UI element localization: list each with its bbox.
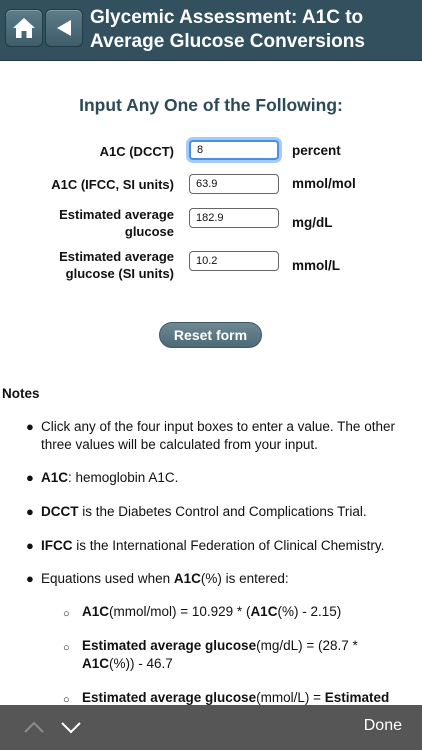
notes-heading: Notes [2,386,40,401]
home-button[interactable] [5,9,43,47]
note-ifcc: IFCC is the International Federation of … [41,538,385,553]
bullet-icon: ● [26,419,34,434]
bullet-icon: ● [26,571,34,586]
sub-bullet-icon: ○ [63,608,70,620]
a1c-dcct-unit: percent [292,143,341,158]
equation-a1c-ifcc: A1C(mmol/mol) = 10.929 * (A1C(%) - 2.15) [82,604,342,619]
eag-unit: mg/dL [292,215,333,230]
bullet-icon: ● [26,504,34,519]
eag-label: Estimated average glucose [59,207,174,239]
header-bar: Glycemic Assessment: A1C to Average Gluc… [0,0,422,61]
chevron-down-icon[interactable] [59,717,83,737]
note-instructions: Click any of the four input boxes to ent… [41,419,395,452]
form-heading: Input Any One of the Following: [79,95,343,115]
chevron-up-icon[interactable] [22,717,46,737]
a1c-dcct-input[interactable] [189,140,279,160]
note-dcct: DCCT is the Diabetes Control and Complic… [41,504,367,519]
equation-eag-mgdl: Estimated average glucose(mg/dL) = (28.7… [82,638,358,671]
bullet-icon: ● [26,538,34,553]
note-equations: Equations used when A1C(%) is entered: [41,571,289,586]
reset-form-button[interactable]: Reset form [159,322,262,348]
home-icon [13,18,35,38]
a1c-ifcc-label: A1C (IFCC, SI units) [51,177,174,192]
sub-bullet-icon: ○ [63,642,70,654]
page-title: Glycemic Assessment: A1C to Average Gluc… [90,7,365,52]
a1c-ifcc-unit: mmol/mol [292,176,356,191]
done-button[interactable]: Done [364,717,402,735]
back-button[interactable] [45,9,83,47]
a1c-dcct-label: A1C (DCCT) [99,144,174,159]
bullet-icon: ● [26,470,34,485]
note-a1c: A1C: hemoglobin A1C. [41,470,179,485]
a1c-ifcc-input[interactable] [189,174,279,194]
back-arrow-icon [57,20,71,36]
eag-si-label: Estimated average glucose (SI units) [59,249,174,281]
eag-si-input[interactable] [189,251,279,271]
eag-si-unit: mmol/L [292,258,341,273]
eag-input[interactable] [189,208,279,228]
keyboard-toolbar: Done [0,705,422,750]
